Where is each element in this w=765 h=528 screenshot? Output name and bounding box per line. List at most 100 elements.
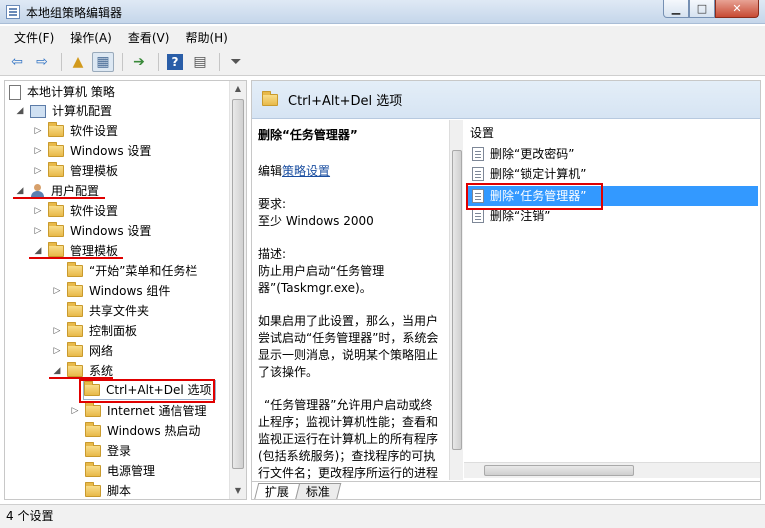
expand-arrow-icon[interactable]: ▷ xyxy=(70,401,80,421)
user-icon xyxy=(30,184,46,198)
maximize-button[interactable]: □ xyxy=(689,0,715,18)
expand-arrow-icon[interactable]: ▷ xyxy=(33,141,43,161)
tree-item-power-management[interactable]: 电源管理 xyxy=(85,461,155,481)
folder-icon xyxy=(67,282,83,297)
tree-scrollbar[interactable]: ▲ ▼ xyxy=(229,81,246,499)
folder-icon xyxy=(262,90,278,106)
back-arrow-icon[interactable]: ⇦ xyxy=(6,52,28,72)
folder-icon xyxy=(67,322,83,337)
expand-arrow-icon[interactable]: ▷ xyxy=(52,341,62,361)
tree-item-software-settings[interactable]: ▷ 软件设置 xyxy=(33,201,118,221)
expand-arrow-icon[interactable]: ▷ xyxy=(52,281,62,301)
policy-doc-icon xyxy=(9,84,21,100)
folder-icon xyxy=(85,462,101,477)
folder-icon xyxy=(48,222,64,237)
edit-line: 编辑策略设置 xyxy=(258,164,331,178)
red-underline xyxy=(13,197,105,199)
tree-item-software-settings[interactable]: ▷ 软件设置 xyxy=(33,121,118,141)
properties-icon[interactable]: ▤ xyxy=(189,52,211,72)
tree-item-network[interactable]: ▷ 网络 xyxy=(52,341,113,361)
expand-arrow-icon[interactable]: ▷ xyxy=(33,121,43,141)
title-bar: 本地组策略编辑器 ▁ □ ✕ xyxy=(0,0,765,24)
tree-item-computer-config[interactable]: ◢ 计算机配置 xyxy=(15,101,112,121)
folder-icon xyxy=(67,342,83,357)
tree-item-windows-components[interactable]: ▷ Windows 组件 xyxy=(52,281,170,301)
forward-arrow-icon[interactable]: ⇨ xyxy=(31,52,53,72)
folder-icon xyxy=(48,202,64,217)
tree-item-scripts[interactable]: 脚本 xyxy=(85,481,131,499)
show-hide-tree-icon[interactable]: ▦ xyxy=(92,51,114,72)
tree-item-local-policy[interactable]: 本地计算机 策略 xyxy=(9,82,115,102)
app-icon xyxy=(6,5,20,19)
expand-arrow-icon[interactable]: ▷ xyxy=(33,161,43,181)
folder-icon xyxy=(85,482,101,497)
scroll-thumb[interactable] xyxy=(484,465,634,476)
toolbar: ⇦ ⇨ ▲ ▦ ➔ ? ▤ ⏷ xyxy=(0,48,765,76)
setting-icon xyxy=(472,209,484,223)
red-highlight-box xyxy=(466,183,603,210)
tree-item-start-menu[interactable]: “开始”菜单和任务栏 xyxy=(67,261,197,281)
tab-standard[interactable]: 标准 xyxy=(294,483,342,499)
folder-icon xyxy=(85,402,101,417)
close-button[interactable]: ✕ xyxy=(715,0,759,18)
menu-file[interactable]: 文件(F) xyxy=(6,29,62,46)
setting-remove-change-password[interactable]: 删除“更改密码” xyxy=(468,144,758,164)
details-header: Ctrl+Alt+Del 选项 xyxy=(252,81,760,119)
help-icon[interactable]: ? xyxy=(164,52,186,72)
scroll-thumb[interactable] xyxy=(232,99,244,469)
details-title: Ctrl+Alt+Del 选项 xyxy=(288,94,403,109)
folder-icon xyxy=(67,262,83,277)
tree-item-logon[interactable]: 登录 xyxy=(85,441,131,461)
computer-icon xyxy=(30,104,46,118)
folder-icon xyxy=(85,442,101,457)
folder-icon xyxy=(48,142,64,157)
menu-bar: 文件(F) 操作(A) 查看(V) 帮助(H) xyxy=(0,26,765,48)
requirements: 要求: 至少 Windows 2000 xyxy=(258,197,374,228)
settings-column-header[interactable]: 设置 xyxy=(470,124,494,141)
description-para1: 如果启用了此设置，那么，当用户尝试启动“任务管理器”时，系统会显示一则消息，说明… xyxy=(258,314,439,379)
description-para2: “任务管理器”允许用户启动或终止程序；监视计算机性能；查看和监视正运行在计算机上… xyxy=(258,398,439,480)
tree-item-admin-templates[interactable]: ▷ 管理模板 xyxy=(33,161,118,181)
description-scrollbar[interactable] xyxy=(449,120,463,480)
expand-arrow-icon[interactable]: ▷ xyxy=(52,321,62,341)
minimize-button[interactable]: ▁ xyxy=(663,0,689,18)
setting-icon xyxy=(472,167,484,181)
tree-item-windows-settings[interactable]: ▷ Windows 设置 xyxy=(33,141,151,161)
folder-icon xyxy=(67,302,83,317)
folder-icon xyxy=(48,122,64,137)
tab-extended[interactable]: 扩展 xyxy=(253,483,301,499)
tree-item-shared-folders[interactable]: 共享文件夹 xyxy=(67,301,149,321)
scroll-down-icon[interactable]: ▼ xyxy=(230,483,246,499)
menu-action[interactable]: 操作(A) xyxy=(62,29,120,46)
description: 描述: 防止用户启动“任务管理器”(Taskmgr.exe)。 xyxy=(258,247,385,295)
folder-icon xyxy=(48,162,64,177)
policy-title: 删除“任务管理器” xyxy=(258,128,358,142)
filter-icon[interactable]: ⏷ xyxy=(225,52,247,72)
status-bar: 4 个设置 xyxy=(0,504,765,528)
setting-remove-lock-computer[interactable]: 删除“锁定计算机” xyxy=(468,164,758,184)
folder-icon xyxy=(67,362,83,377)
scroll-thumb[interactable] xyxy=(452,150,462,450)
red-underline xyxy=(29,257,123,259)
window-title: 本地组策略编辑器 xyxy=(26,6,123,20)
menu-help[interactable]: 帮助(H) xyxy=(177,29,235,46)
collapse-arrow-icon[interactable]: ◢ xyxy=(15,101,25,121)
tree-item-control-panel[interactable]: ▷ 控制面板 xyxy=(52,321,137,341)
export-list-icon[interactable]: ➔ xyxy=(128,52,150,72)
tree-item-internet-comm[interactable]: ▷ Internet 通信管理 xyxy=(70,401,206,421)
up-folder-icon[interactable]: ▲ xyxy=(67,52,89,72)
console-tree[interactable]: 本地计算机 策略 ◢ 计算机配置 ▷ 软件设置 ▷ Windows 设置 ▷ 管… xyxy=(4,80,247,500)
folder-icon xyxy=(85,422,101,437)
expand-arrow-icon[interactable]: ▷ xyxy=(33,201,43,221)
tree-item-windows-hotstart[interactable]: Windows 热启动 xyxy=(85,421,200,441)
tree-item-windows-settings[interactable]: ▷ Windows 设置 xyxy=(33,221,151,241)
expand-arrow-icon[interactable]: ▷ xyxy=(33,221,43,241)
scroll-up-icon[interactable]: ▲ xyxy=(230,81,246,97)
edit-policy-link[interactable]: 策略设置 xyxy=(282,164,330,178)
red-highlight-box xyxy=(79,379,215,403)
list-horizontal-scrollbar[interactable] xyxy=(464,462,760,478)
extended-description: 删除“任务管理器” 编辑策略设置 要求: 至少 Windows 2000 描述: 防… xyxy=(252,120,449,480)
menu-view[interactable]: 查看(V) xyxy=(120,29,178,46)
details-pane: Ctrl+Alt+Del 选项 删除“任务管理器” 编辑策略设置 要求: 至少 W… xyxy=(251,80,761,500)
setting-icon xyxy=(472,147,484,161)
